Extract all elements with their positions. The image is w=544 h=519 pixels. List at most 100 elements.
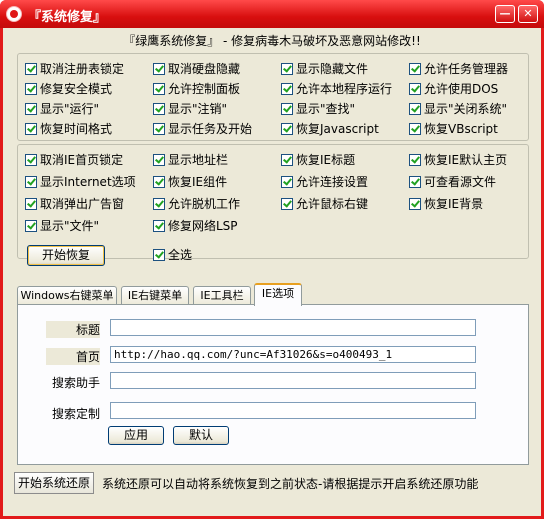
checkbox-restore-javascript[interactable]: 恢复Javascript [281, 122, 379, 138]
homepage-label: 首页 [46, 348, 100, 365]
close-button[interactable]: ✕ [518, 5, 538, 23]
checkbox-check-icon[interactable] [281, 103, 293, 115]
search-assistant-field[interactable] [110, 372, 476, 389]
checkbox-label: 恢复IE组件 [168, 175, 228, 189]
homepage-field[interactable]: http://hao.qq.com/?unc=Af31026&s=o400493… [110, 346, 476, 363]
minimize-button[interactable]: — [495, 5, 515, 23]
system-restore-button[interactable]: 开始系统还原 [14, 472, 94, 494]
checkbox-check-icon[interactable] [25, 176, 37, 188]
checkbox-show-hidden-files[interactable]: 显示隐藏文件 [281, 62, 368, 78]
checkbox-label: 恢复IE默认主页 [424, 153, 508, 167]
checkbox-check-icon[interactable] [281, 154, 293, 166]
checkbox-label: 可查看源文件 [424, 175, 497, 189]
checkbox-check-icon[interactable] [409, 63, 421, 75]
checkbox-show-file-menu[interactable]: 显示"文件" [25, 219, 99, 235]
checkbox-restore-ie-components[interactable]: 恢复IE组件 [153, 175, 227, 191]
checkbox-allow-connection-settings[interactable]: 允许连接设置 [281, 175, 368, 191]
checkbox-restore-ie-background[interactable]: 恢复IE背景 [409, 197, 483, 213]
checkbox-show-taskbar-start[interactable]: 显示任务及开始 [153, 122, 252, 138]
checkbox-check-icon[interactable] [25, 154, 37, 166]
checkbox-restore-vbscript[interactable]: 恢复VBscript [409, 122, 498, 138]
checkbox-check-icon[interactable] [153, 123, 165, 135]
search-custom-label: 搜索定制 [51, 407, 100, 421]
checkbox-check-icon[interactable] [281, 123, 293, 135]
checkbox-check-icon[interactable] [409, 83, 421, 95]
checkbox-check-icon[interactable] [153, 198, 165, 210]
checkbox-allow-control-panel[interactable]: 允许控制面板 [153, 82, 240, 98]
start-restore-button[interactable]: 开始恢复 [27, 245, 105, 266]
checkbox-unhide-drives[interactable]: 取消硬盘隐藏 [153, 62, 240, 78]
checkbox-restore-time-format[interactable]: 恢复时间格式 [25, 122, 112, 138]
checkbox-unlock-ie-homepage[interactable]: 取消IE首页锁定 [25, 153, 123, 169]
checkbox-check-icon[interactable] [153, 103, 165, 115]
checkbox-fix-safe-mode[interactable]: 修复安全模式 [25, 82, 112, 98]
checkbox-check-icon[interactable] [153, 220, 165, 232]
checkbox-check-icon[interactable] [153, 154, 165, 166]
checkbox-allow-task-manager[interactable]: 允许任务管理器 [409, 62, 508, 78]
checkbox-restore-ie-default-home[interactable]: 恢复IE默认主页 [409, 153, 507, 169]
checkbox-label: 恢复IE背景 [424, 197, 484, 211]
checkbox-check-icon[interactable] [409, 176, 421, 188]
checkbox-unlock-registry[interactable]: 取消注册表锁定 [25, 62, 124, 78]
checkbox-label: 显示隐藏文件 [296, 62, 369, 76]
checkbox-show-logoff[interactable]: 显示"注销" [153, 102, 227, 118]
apply-button[interactable]: 应用 [108, 426, 164, 445]
main-panel: 『绿鹰系统修复』 - 修复病毒木马破坏及恶意网站修改!! 取消注册表锁定 取消硬… [3, 28, 541, 516]
checkbox-check-icon[interactable] [281, 83, 293, 95]
checkbox-check-icon[interactable] [409, 198, 421, 210]
checkbox-allow-dos[interactable]: 允许使用DOS [409, 82, 498, 98]
checkbox-label: 显示任务及开始 [168, 122, 253, 136]
checkbox-check-icon[interactable] [25, 198, 37, 210]
checkbox-show-shutdown[interactable]: 显示"关闭系统" [409, 102, 507, 118]
checkbox-check-icon[interactable] [25, 103, 37, 115]
checkbox-check-icon[interactable] [25, 63, 37, 75]
checkbox-label: 显示"文件" [40, 219, 100, 233]
checkbox-show-run[interactable]: 显示"运行" [25, 102, 99, 118]
tab-ie-context-menu[interactable]: IE右键菜单 [121, 286, 189, 305]
checkbox-check-icon[interactable] [409, 103, 421, 115]
tab-ie-options[interactable]: IE选项 [254, 283, 302, 306]
app-window: 『系统修复』 — ✕ 『绿鹰系统修复』 - 修复病毒木马破坏及恶意网站修改!! … [0, 0, 544, 519]
checkbox-view-source[interactable]: 可查看源文件 [409, 175, 496, 191]
checkbox-label: 显示"注销" [168, 102, 228, 116]
checkbox-label: 允许任务管理器 [424, 62, 509, 76]
tab-ie-toolbar[interactable]: IE工具栏 [193, 286, 251, 305]
checkbox-restore-ie-title[interactable]: 恢复IE标题 [281, 153, 355, 169]
tab-windows-context-menu[interactable]: Windows右键菜单 [17, 286, 117, 305]
checkbox-allow-local-programs[interactable]: 允许本地程序运行 [281, 82, 392, 98]
checkbox-allow-right-click[interactable]: 允许鼠标右键 [281, 197, 368, 213]
checkbox-check-icon[interactable] [25, 220, 37, 232]
checkbox-label: 允许鼠标右键 [296, 197, 369, 211]
search-custom-field[interactable] [110, 402, 476, 419]
checkbox-label: 恢复Javascript [296, 122, 379, 136]
checkbox-check-icon[interactable] [281, 63, 293, 75]
checkbox-select-all[interactable]: 全选 [153, 248, 192, 264]
checkbox-show-internet-options[interactable]: 显示Internet选项 [25, 175, 136, 191]
title-field[interactable] [110, 319, 476, 336]
checkbox-allow-offline[interactable]: 允许脱机工作 [153, 197, 240, 213]
checkbox-fix-network-lsp[interactable]: 修复网络LSP [153, 219, 238, 235]
checkbox-label: 显示Internet选项 [40, 175, 136, 189]
default-button[interactable]: 默认 [173, 426, 229, 445]
checkbox-show-find[interactable]: 显示"查找" [281, 102, 355, 118]
checkbox-check-icon[interactable] [281, 176, 293, 188]
checkbox-check-icon[interactable] [153, 176, 165, 188]
checkbox-check-icon[interactable] [281, 198, 293, 210]
checkbox-block-popups[interactable]: 取消弹出广告窗 [25, 197, 124, 213]
checkbox-check-icon[interactable] [153, 83, 165, 95]
checkbox-label: 恢复时间格式 [40, 122, 113, 136]
headline-text: 『绿鹰系统修复』 - 修复病毒木马破坏及恶意网站修改!! [123, 34, 421, 48]
checkbox-label: 显示"查找" [296, 102, 356, 116]
checkbox-label: 显示地址栏 [168, 153, 229, 167]
checkbox-check-icon[interactable] [25, 83, 37, 95]
title-label: 标题 [46, 321, 100, 338]
checkbox-check-icon[interactable] [409, 123, 421, 135]
title-bar[interactable]: 『系统修复』 — ✕ [0, 0, 544, 28]
checkbox-check-icon[interactable] [153, 63, 165, 75]
checkbox-label: 允许使用DOS [424, 82, 499, 96]
checkbox-show-address-bar[interactable]: 显示地址栏 [153, 153, 228, 169]
checkbox-check-icon[interactable] [409, 154, 421, 166]
checkbox-check-icon[interactable] [153, 249, 165, 261]
checkbox-check-icon[interactable] [25, 123, 37, 135]
checkbox-label: 恢复IE标题 [296, 153, 356, 167]
